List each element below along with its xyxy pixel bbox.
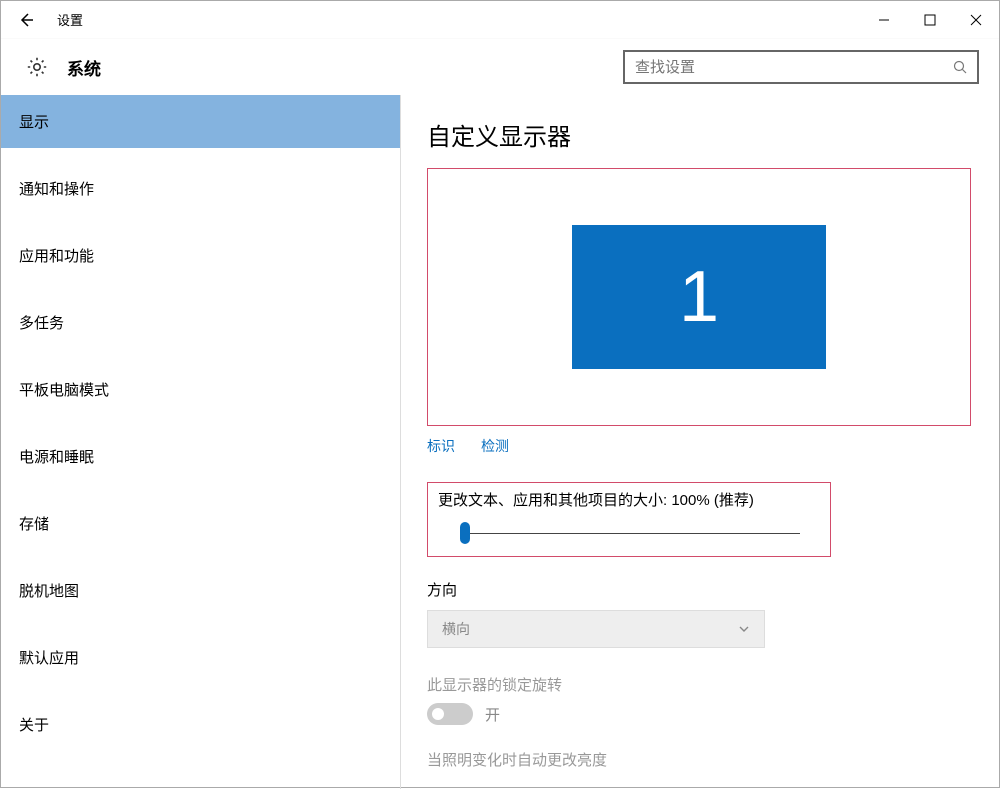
header: 系统 xyxy=(1,39,999,95)
sidebar-item-label: 显示 xyxy=(19,114,49,131)
sidebar-item-notifications[interactable]: 通知和操作 xyxy=(1,162,400,215)
page-title: 系统 xyxy=(67,55,101,80)
body: 显示 通知和操作 应用和功能 多任务 平板电脑模式 电源和睡眠 存储 脱机地图 … xyxy=(1,95,999,789)
minimize-icon xyxy=(878,14,890,26)
orientation-value: 横向 xyxy=(442,619,738,639)
sidebar-item-label: 存储 xyxy=(19,516,49,533)
sidebar-item-label: 通知和操作 xyxy=(19,181,94,198)
main-heading: 自定义显示器 xyxy=(427,117,973,152)
settings-icon-wrap xyxy=(17,55,57,79)
sidebar-item-about[interactable]: 关于 xyxy=(1,698,400,751)
main-panel: 自定义显示器 1 标识 检测 更改文本、应用和其他项目的大小: 100% (推荐… xyxy=(401,95,999,789)
sidebar-item-label: 关于 xyxy=(19,717,49,734)
sidebar-item-default-apps[interactable]: 默认应用 xyxy=(1,631,400,684)
sidebar-item-display[interactable]: 显示 xyxy=(1,95,400,148)
brightness-label: 当照明变化时自动更改亮度 xyxy=(427,749,973,770)
scale-label: 更改文本、应用和其他项目的大小: 100% (推荐) xyxy=(438,489,820,510)
display-links: 标识 检测 xyxy=(427,436,973,456)
sidebar-item-label: 平板电脑模式 xyxy=(19,382,109,399)
sidebar-item-label: 脱机地图 xyxy=(19,583,79,600)
sidebar: 显示 通知和操作 应用和功能 多任务 平板电脑模式 电源和睡眠 存储 脱机地图 … xyxy=(1,95,401,789)
orientation-label: 方向 xyxy=(427,579,973,600)
orientation-select[interactable]: 横向 xyxy=(427,610,765,648)
slider-thumb[interactable] xyxy=(460,522,470,544)
sidebar-item-label: 电源和睡眠 xyxy=(19,449,94,466)
search-box[interactable] xyxy=(623,50,979,84)
sidebar-item-tablet[interactable]: 平板电脑模式 xyxy=(1,363,400,416)
scale-section: 更改文本、应用和其他项目的大小: 100% (推荐) xyxy=(427,482,831,557)
lock-rotation-row: 开 xyxy=(427,703,973,725)
sidebar-item-apps[interactable]: 应用和功能 xyxy=(1,229,400,282)
sidebar-item-label: 多任务 xyxy=(19,315,64,332)
search-icon xyxy=(953,60,967,74)
sidebar-item-label: 默认应用 xyxy=(19,650,79,667)
gear-icon xyxy=(25,55,49,79)
window-controls xyxy=(861,1,999,39)
sidebar-item-multitask[interactable]: 多任务 xyxy=(1,296,400,349)
lock-rotation-label: 此显示器的锁定旋转 xyxy=(427,674,973,695)
sidebar-item-power[interactable]: 电源和睡眠 xyxy=(1,430,400,483)
sidebar-item-label: 应用和功能 xyxy=(19,248,94,265)
sidebar-item-storage[interactable]: 存储 xyxy=(1,497,400,550)
identify-link[interactable]: 标识 xyxy=(427,436,455,456)
close-icon xyxy=(970,14,982,26)
maximize-icon xyxy=(924,14,936,26)
chevron-down-icon xyxy=(738,623,750,635)
monitor-1[interactable]: 1 xyxy=(572,225,826,369)
slider-track xyxy=(460,533,800,534)
maximize-button[interactable] xyxy=(907,1,953,39)
lock-rotation-state: 开 xyxy=(485,704,500,725)
close-button[interactable] xyxy=(953,1,999,39)
display-arrangement[interactable]: 1 xyxy=(427,168,971,426)
window-title: 设置 xyxy=(51,10,83,29)
minimize-button[interactable] xyxy=(861,1,907,39)
scale-slider[interactable] xyxy=(460,524,800,542)
arrow-left-icon xyxy=(17,11,35,29)
sidebar-item-maps[interactable]: 脱机地图 xyxy=(1,564,400,617)
titlebar: 设置 xyxy=(1,1,999,39)
back-button[interactable] xyxy=(1,1,51,39)
monitor-number: 1 xyxy=(679,256,719,338)
search-input[interactable] xyxy=(635,59,953,76)
lock-rotation-toggle[interactable] xyxy=(427,703,473,725)
detect-link[interactable]: 检测 xyxy=(481,436,509,456)
